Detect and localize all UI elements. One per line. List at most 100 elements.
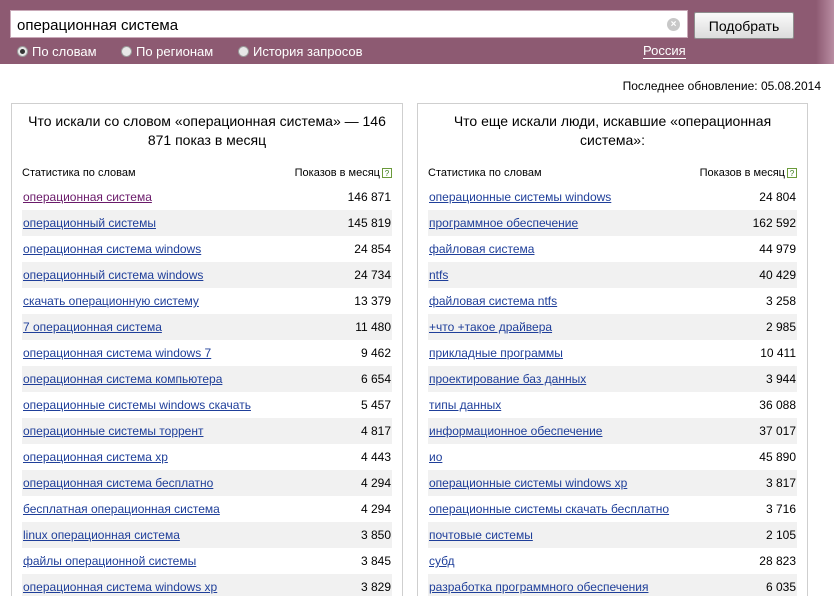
help-icon[interactable]: ? xyxy=(382,168,392,179)
table-row: файловая система 44 979 xyxy=(428,236,797,262)
impressions-count: 3 944 xyxy=(765,372,796,386)
submit-button[interactable]: Подобрать xyxy=(694,12,794,39)
keyword-link[interactable]: ио xyxy=(429,450,442,464)
keyword-link[interactable]: разработка программного обеспечения xyxy=(429,580,648,594)
impressions-count: 37 017 xyxy=(759,424,796,438)
keyword-link[interactable]: операционные системы windows xp xyxy=(429,476,627,490)
keyword-link[interactable]: файловая система xyxy=(429,242,534,256)
impressions-count: 146 871 xyxy=(347,190,391,204)
keyword-link[interactable]: субд xyxy=(429,554,454,568)
keyword-link[interactable]: операционная система windows 7 xyxy=(23,346,211,360)
mode-history[interactable]: История запросов xyxy=(238,44,363,59)
table-row: операционная система бесплатно 4 294 xyxy=(22,470,392,496)
table-row: информационное обеспечение 37 017 xyxy=(428,418,797,444)
table-row: операционная система windows 7 9 462 xyxy=(22,340,392,366)
keyword-link[interactable]: операционная система компьютера xyxy=(23,372,222,386)
table-row: типы данных 36 088 xyxy=(428,392,797,418)
impressions-count: 10 411 xyxy=(760,346,796,360)
keyword-link[interactable]: операционная система бесплатно xyxy=(23,476,213,490)
impressions-count: 24 804 xyxy=(759,190,796,204)
table-row: +что +такое драйвера 2 985 xyxy=(428,314,797,340)
keyword-link[interactable]: скачать операционную систему xyxy=(23,294,199,308)
mode-label: История запросов xyxy=(253,44,363,59)
keyword-list: операционная система 146 871 операционный … xyxy=(22,184,392,596)
keyword-link[interactable]: информационное обеспечение xyxy=(429,424,602,438)
keyword-link[interactable]: операционная система windows xp xyxy=(23,580,217,594)
help-icon[interactable]: ? xyxy=(787,168,797,179)
impressions-count: 13 379 xyxy=(354,294,391,308)
table-row: ntfs 40 429 xyxy=(428,262,797,288)
mode-label: По словам xyxy=(32,44,97,59)
impressions-count: 45 890 xyxy=(759,450,796,464)
search-input[interactable] xyxy=(10,10,688,38)
keyword-link[interactable]: типы данных xyxy=(429,398,501,412)
impressions-count: 162 592 xyxy=(752,216,796,230)
mode-by-words[interactable]: По словам xyxy=(17,44,97,59)
table-row: операционные системы windows 24 804 xyxy=(428,184,797,210)
radio-icon[interactable] xyxy=(17,46,28,57)
keyword-link[interactable]: файлы операционной системы xyxy=(23,554,196,568)
region-link[interactable]: Россия xyxy=(643,43,686,59)
table-row: почтовые системы 2 105 xyxy=(428,522,797,548)
keyword-link[interactable]: операционные системы windows скачать xyxy=(23,398,251,412)
mode-label: По регионам xyxy=(136,44,214,59)
table-row: операционная система 146 871 xyxy=(22,184,392,210)
keyword-link[interactable]: операционная система xyxy=(23,190,152,204)
impressions-count: 24 854 xyxy=(354,242,391,256)
related-panel: Что еще искали люди, искавшие «операцион… xyxy=(417,103,808,596)
keyword-link[interactable]: операционная система xp xyxy=(23,450,168,464)
table-row: проектирование баз данных 3 944 xyxy=(428,366,797,392)
table-row: файлы операционной системы 3 845 xyxy=(22,548,392,574)
table-row: операционный системы 145 819 xyxy=(22,210,392,236)
table-row: бесплатная операционная система 4 294 xyxy=(22,496,392,522)
table-row: операционные системы windows xp 3 817 xyxy=(428,470,797,496)
impressions-count: 145 819 xyxy=(347,216,391,230)
keyword-link[interactable]: программное обеспечение xyxy=(429,216,578,230)
impressions-count: 6 035 xyxy=(765,580,796,594)
impressions-count: 3 850 xyxy=(360,528,391,542)
keyword-link[interactable]: операционный система windows xyxy=(23,268,203,282)
mode-by-regions[interactable]: По регионам xyxy=(121,44,213,59)
table-row: операционные системы windows скачать 5 45… xyxy=(22,392,392,418)
impressions-count: 4 294 xyxy=(360,502,391,516)
table-header: Статистика по словам Показов в месяц? xyxy=(22,164,392,182)
keyword-link[interactable]: файловая система ntfs xyxy=(429,294,557,308)
table-row: 7 операционная система 11 480 xyxy=(22,314,392,340)
keyword-link[interactable]: операционные системы windows xyxy=(429,190,611,204)
keyword-link[interactable]: операционные системы торрент xyxy=(23,424,203,438)
impressions-count: 3 817 xyxy=(765,476,796,490)
keyword-link[interactable]: 7 операционная система xyxy=(23,320,162,334)
keyword-link[interactable]: операционные системы скачать бесплатно xyxy=(429,502,669,516)
impressions-count: 36 088 xyxy=(759,398,796,412)
table-row: linux операционная система 3 850 xyxy=(22,522,392,548)
radio-icon[interactable] xyxy=(121,46,132,57)
impressions-count: 2 985 xyxy=(765,320,796,334)
keyword-link[interactable]: проектирование баз данных xyxy=(429,372,586,386)
table-row: операционная система windows xp 3 829 xyxy=(22,574,392,596)
radio-icon[interactable] xyxy=(238,46,249,57)
keyword-link[interactable]: операционная система windows xyxy=(23,242,201,256)
table-row: прикладные программы 10 411 xyxy=(428,340,797,366)
impressions-count: 3 845 xyxy=(360,554,391,568)
keyword-link[interactable]: прикладные программы xyxy=(429,346,563,360)
keyword-link[interactable]: операционный системы xyxy=(23,216,156,230)
table-row: файловая система ntfs 3 258 xyxy=(428,288,797,314)
last-updated: Последнее обновление: 05.08.2014 xyxy=(622,79,821,93)
keyword-link[interactable]: +что +такое драйвера xyxy=(429,320,552,334)
table-row: ио 45 890 xyxy=(428,444,797,470)
table-row: операционный система windows 24 734 xyxy=(22,262,392,288)
column-keyword: Статистика по словам xyxy=(22,167,136,179)
impressions-count: 4 294 xyxy=(360,476,391,490)
search-header: × Подобрать По словам По регионам Истори… xyxy=(0,0,834,64)
keyword-link[interactable]: linux операционная система xyxy=(23,528,180,542)
table-row: скачать операционную систему 13 379 xyxy=(22,288,392,314)
clear-icon[interactable]: × xyxy=(667,18,680,31)
panel-title: Что еще искали люди, искавшие «операцион… xyxy=(453,113,772,148)
keyword-link[interactable]: ntfs xyxy=(429,268,448,282)
keyword-link[interactable]: почтовые системы xyxy=(429,528,533,542)
impressions-count: 24 734 xyxy=(354,268,391,282)
column-count: Показов в месяц? xyxy=(700,167,797,179)
keyword-link[interactable]: бесплатная операционная система xyxy=(23,502,220,516)
impressions-count: 6 654 xyxy=(360,372,391,386)
impressions-count: 5 457 xyxy=(360,398,391,412)
